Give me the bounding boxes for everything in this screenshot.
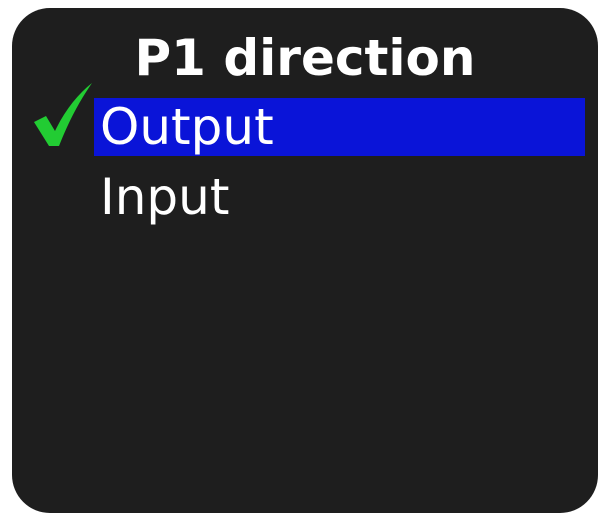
- option-input-label: Input: [100, 168, 230, 226]
- menu-title: P1 direction: [134, 29, 476, 87]
- menu-screen: P1 direction Output Input: [12, 8, 598, 513]
- checkmark-icon: [34, 83, 92, 146]
- option-output[interactable]: Output: [94, 98, 585, 156]
- option-output-label: Output: [100, 98, 274, 156]
- option-input[interactable]: Input: [94, 168, 585, 226]
